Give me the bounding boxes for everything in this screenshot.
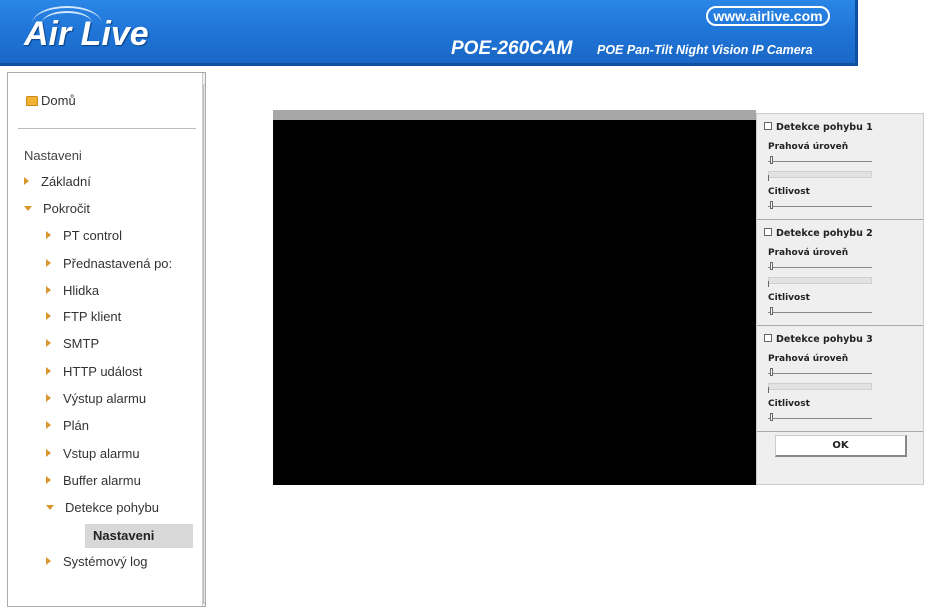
motion-level-bar [768,277,872,284]
sidebar-item-label: Přednastavená po: [63,256,173,271]
sensitivity-slider[interactable] [768,418,872,419]
sidebar-item-smtp[interactable]: SMTP [46,336,99,351]
grip-icon [205,335,206,343]
motion-level-tick [768,175,769,181]
sensitivity-label: Citlivost [768,293,810,303]
sensitivity-slider[interactable] [768,206,872,207]
threshold-slider[interactable] [768,161,872,162]
sensitivity-slider[interactable] [768,312,872,313]
header: Air Live www.airlive.com POE-260CAM POE … [0,0,927,66]
collapse-arrow-icon [46,505,54,510]
sidebar-item-label: Hlidka [63,283,100,298]
scrollbar-thumb[interactable] [203,84,205,604]
threshold-slider[interactable] [768,267,872,268]
sidebar-item-pt-control[interactable]: PT control [46,228,122,243]
motion-window-2: Detekce pohybu 2 Prahová úroveň Citlivos… [757,220,923,326]
expand-arrow-icon [46,449,51,457]
video-titlebar [273,110,756,120]
ok-button[interactable]: OK [775,435,907,457]
motion-window-3: Detekce pohybu 3 Prahová úroveň Citlivos… [757,326,923,432]
sidebar-item-nastaveni-selected[interactable]: Nastaveni [85,524,193,548]
sidebar-item-http-udalost[interactable]: HTTP událost [46,364,142,379]
sidebar-item-prednastavena[interactable]: Přednastavená po: [46,256,172,271]
sidebar-item-hlidka[interactable]: Hlidka [46,283,99,298]
motion-window-3-toggle[interactable]: Detekce pohybu 3 [764,334,873,345]
sidebar-section-title: Nastaveni [24,148,82,163]
slider-thumb[interactable] [770,262,773,270]
sidebar-item-label: FTP klient [63,309,122,324]
motion-level-bar [768,171,872,178]
expand-arrow-icon [46,231,51,239]
home-icon [26,96,38,106]
slider-thumb[interactable] [770,201,773,209]
collapse-arrow-icon [24,206,32,211]
motion-window-2-toggle[interactable]: Detekce pohybu 2 [764,228,873,239]
slider-thumb[interactable] [770,368,773,376]
motion-level-tick [768,281,769,287]
sidebar-item-vystup-alarmu[interactable]: Výstup alarmu [46,391,146,406]
expand-arrow-icon [46,421,51,429]
sidebar-item-vstup-alarmu[interactable]: Vstup alarmu [46,446,140,461]
motion-window-title: Detekce pohybu 1 [776,122,873,133]
sidebar-item-label: Detekce pohybu [65,500,159,515]
slider-thumb[interactable] [770,156,773,164]
checkbox[interactable] [764,334,772,342]
expand-arrow-icon [46,286,51,294]
threshold-slider[interactable] [768,373,872,374]
sidebar-item-label: Pokročit [43,201,90,216]
expand-arrow-icon [46,367,51,375]
sidebar-item-label: SMTP [63,336,100,351]
home-label: Domů [41,93,76,108]
expand-arrow-icon [46,557,51,565]
motion-level-tick [768,387,769,393]
sensitivity-label: Citlivost [768,399,810,409]
sidebar-divider [18,128,196,129]
sidebar-item-label: Plán [63,418,90,433]
sidebar-item-zakladni[interactable]: Základní [24,174,91,189]
slider-thumb[interactable] [770,413,773,421]
sidebar-item-pokrocit[interactable]: Pokročit [24,201,90,216]
expand-arrow-icon [46,312,51,320]
sidebar-item-detekce-pohybu[interactable]: Detekce pohybu [46,500,159,515]
sidebar-item-label: Systémový log [63,554,148,569]
expand-arrow-icon [46,394,51,402]
motion-window-1-toggle[interactable]: Detekce pohybu 1 [764,122,873,133]
sidebar-item-label: PT control [63,228,123,243]
motion-detection-panel: Detekce pohybu 1 Prahová úroveň Citlivos… [756,113,924,485]
sidebar: Domů Nastaveni Základní Pokročit PT cont… [7,72,206,607]
model-name: POE-260CAM [451,38,573,59]
motion-window-title: Detekce pohybu 3 [776,334,873,345]
sidebar-item-label: Vstup alarmu [63,446,140,461]
sidebar-item-buffer-alarmu[interactable]: Buffer alarmu [46,473,141,488]
threshold-label: Prahová úroveň [768,248,849,258]
airlive-logo: Air Live [24,15,149,53]
checkbox[interactable] [764,122,772,130]
sidebar-item-systemovy-log[interactable]: Systémový log [46,554,148,569]
camera-video-view[interactable] [273,120,756,485]
threshold-label: Prahová úroveň [768,142,849,152]
sidebar-item-plan[interactable]: Plán [46,418,89,433]
expand-arrow-icon [46,339,51,347]
sidebar-item-label: Buffer alarmu [63,473,141,488]
sidebar-item-label: HTTP událost [63,364,143,379]
sensitivity-label: Citlivost [768,187,810,197]
expand-arrow-icon [46,476,51,484]
expand-arrow-icon [46,259,51,267]
sidebar-item-home[interactable]: Domů [26,93,76,108]
sidebar-item-label: Základní [41,174,91,189]
threshold-label: Prahová úroveň [768,354,849,364]
website-link[interactable]: www.airlive.com [706,6,830,26]
motion-window-1: Detekce pohybu 1 Prahová úroveň Citlivos… [757,114,923,220]
expand-arrow-icon [24,177,29,185]
motion-window-title: Detekce pohybu 2 [776,228,873,239]
slider-thumb[interactable] [770,307,773,315]
sidebar-item-label: Výstup alarmu [63,391,147,406]
checkbox[interactable] [764,228,772,236]
banner-divider [0,63,858,66]
model-description: POE Pan-Tilt Night Vision IP Camera [597,43,813,57]
motion-level-bar [768,383,872,390]
sidebar-item-ftp-klient[interactable]: FTP klient [46,309,121,324]
